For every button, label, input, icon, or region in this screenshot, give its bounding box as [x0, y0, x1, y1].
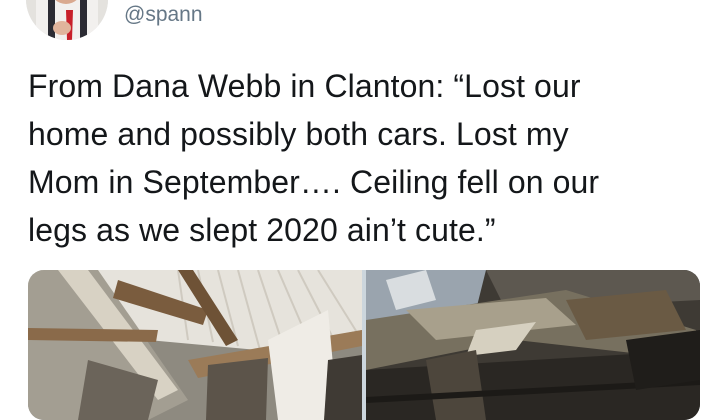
tweet-media [28, 270, 700, 420]
user-handle[interactable]: @spann [124, 2, 203, 28]
tweet-text-line: home and possibly both cars. Lost my [28, 116, 569, 152]
tweet-text-line: Mom in September…. Ceiling fell on our [28, 164, 600, 200]
tweet-text-line: From Dana Webb in Clanton: “Lost our [28, 68, 581, 104]
profile-photo [26, 0, 108, 40]
tweet-text-line: legs as we slept 2020 ain’t cute.” [28, 212, 496, 248]
tweet-text: From Dana Webb in Clanton: “Lost our hom… [28, 62, 698, 254]
collapsed-ceiling-photo[interactable] [28, 270, 362, 420]
avatar[interactable] [26, 0, 108, 40]
debris-photo[interactable] [366, 270, 700, 420]
